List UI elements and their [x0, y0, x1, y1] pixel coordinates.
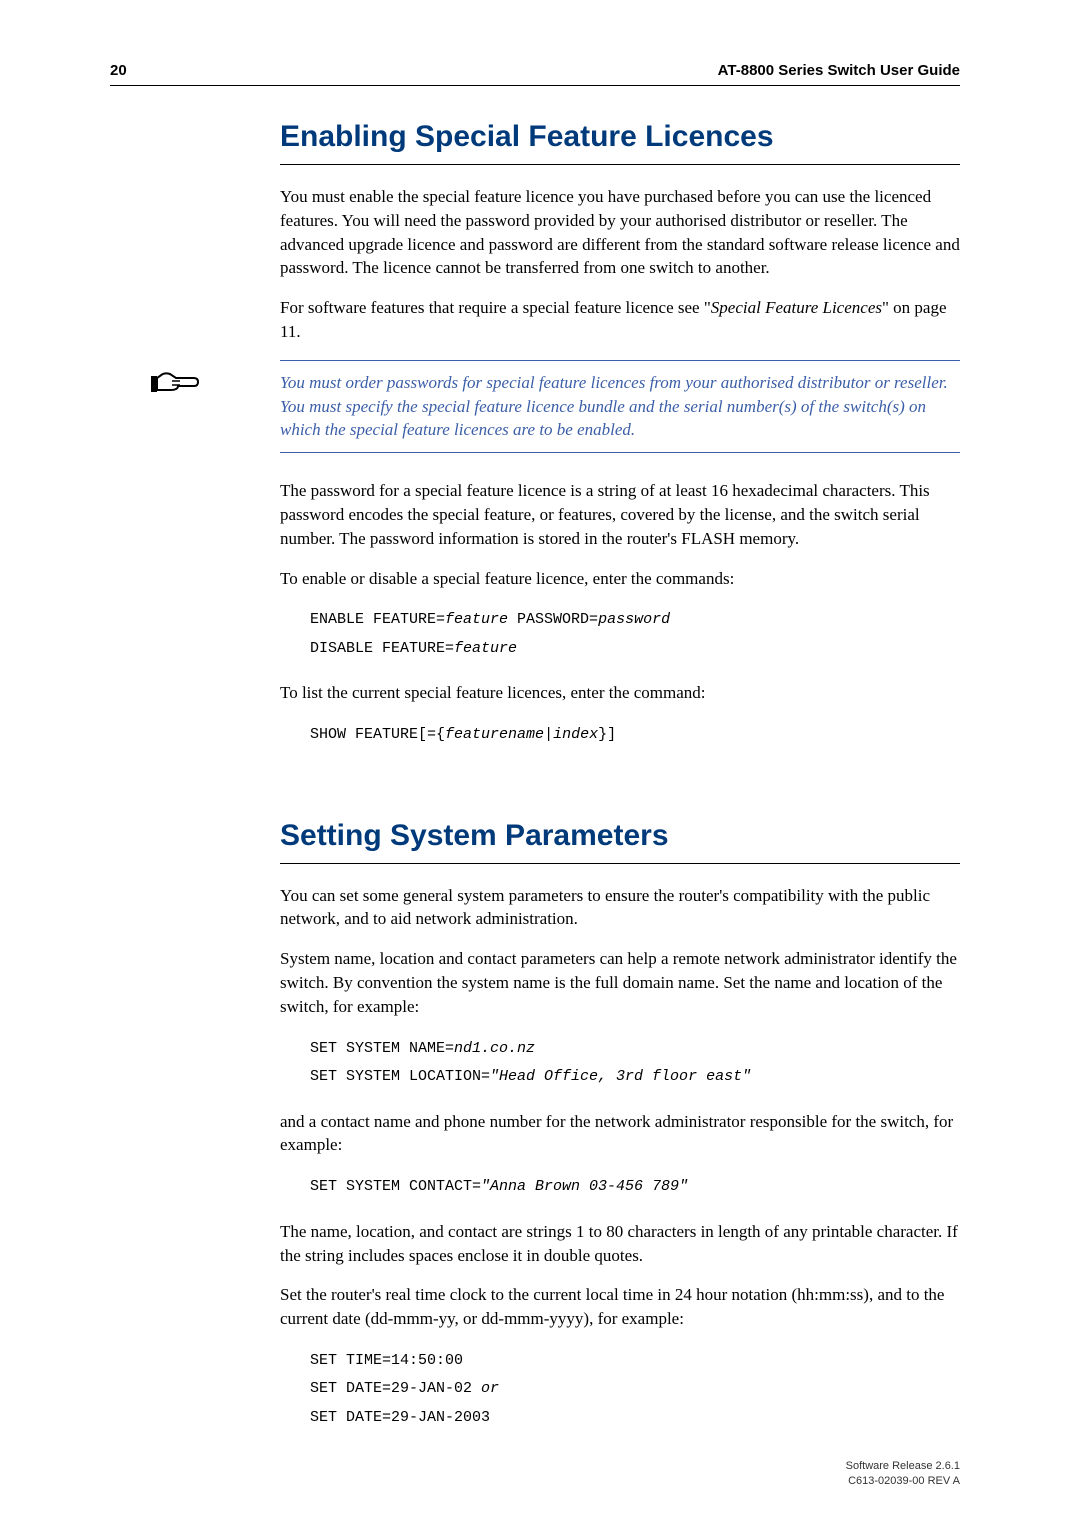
cmd-text: SET SYSTEM NAME= [310, 1040, 454, 1057]
page-header: 20 AT-8800 Series Switch User Guide [110, 60, 960, 86]
command-line: SET TIME=14:50:00 [310, 1347, 960, 1376]
command-line: SET DATE=29-JAN-2003 [310, 1404, 960, 1433]
page-footer: Software Release 2.6.1 C613-02039-00 REV… [846, 1459, 960, 1488]
paragraph: For software features that require a spe… [280, 296, 960, 344]
cmd-text: SET TIME=14:50:00 [310, 1352, 463, 1369]
document-title: AT-8800 Series Switch User Guide [718, 60, 960, 81]
cmd-italic: or [481, 1380, 499, 1397]
command-line: SHOW FEATURE[={featurename|index}] [310, 721, 960, 750]
reference-italic: Special Feature Licences [711, 298, 882, 317]
paragraph: Set the router's real time clock to the … [280, 1283, 960, 1331]
command-block: SET SYSTEM CONTACT="Anna Brown 03-456 78… [310, 1173, 960, 1202]
cmd-text: SET DATE=29-JAN-2003 [310, 1409, 490, 1426]
cmd-text: SHOW FEATURE[={ [310, 726, 445, 743]
command-line: SET SYSTEM LOCATION="Head Office, 3rd fl… [310, 1063, 960, 1092]
footer-release: Software Release 2.6.1 [846, 1459, 960, 1473]
command-block: SHOW FEATURE[={featurename|index}] [310, 721, 960, 750]
paragraph: The name, location, and contact are stri… [280, 1220, 960, 1268]
cmd-param: featurename [445, 726, 544, 743]
command-line: ENABLE FEATURE=feature PASSWORD=password [310, 606, 960, 635]
heading-enabling-licences: Enabling Special Feature Licences [280, 116, 960, 165]
paragraph: The password for a special feature licen… [280, 479, 960, 550]
paragraph: You can set some general system paramete… [280, 884, 960, 932]
footer-docid: C613-02039-00 REV A [846, 1474, 960, 1488]
command-line: SET SYSTEM NAME=nd1.co.nz [310, 1035, 960, 1064]
cmd-text: DISABLE FEATURE= [310, 640, 454, 657]
paragraph: To enable or disable a special feature l… [280, 567, 960, 591]
cmd-text: PASSWORD= [508, 611, 598, 628]
cmd-param: password [598, 611, 670, 628]
cmd-text: SET SYSTEM CONTACT= [310, 1178, 481, 1195]
page-number: 20 [110, 60, 127, 81]
paragraph: and a contact name and phone number for … [280, 1110, 960, 1158]
cmd-param: "Anna Brown 03-456 789" [481, 1178, 688, 1195]
cmd-param: "Head Office, 3rd floor east" [490, 1068, 751, 1085]
cmd-text: }] [598, 726, 616, 743]
cmd-text: | [544, 726, 553, 743]
paragraph: System name, location and contact parame… [280, 947, 960, 1018]
cmd-param: nd1.co.nz [454, 1040, 535, 1057]
note-border: You must order passwords for special fea… [280, 360, 960, 453]
command-line: SET SYSTEM CONTACT="Anna Brown 03-456 78… [310, 1173, 960, 1202]
page: 20 AT-8800 Series Switch User Guide Enab… [0, 0, 1080, 1490]
command-line: SET DATE=29-JAN-02 or [310, 1375, 960, 1404]
command-block: SET TIME=14:50:00 SET DATE=29-JAN-02 or … [310, 1347, 960, 1433]
cmd-param: feature [454, 640, 517, 657]
text: For software features that require a spe… [280, 298, 711, 317]
paragraph: You must enable the special feature lice… [280, 185, 960, 280]
cmd-text: ENABLE FEATURE= [310, 611, 445, 628]
content-area: Enabling Special Feature Licences You mu… [280, 116, 960, 1432]
cmd-param: index [553, 726, 598, 743]
cmd-text: SET DATE=29-JAN-02 [310, 1380, 481, 1397]
heading-system-parameters: Setting System Parameters [280, 815, 960, 864]
cmd-text: SET SYSTEM LOCATION= [310, 1068, 490, 1085]
command-block: ENABLE FEATURE=feature PASSWORD=password… [310, 606, 960, 663]
paragraph: To list the current special feature lice… [280, 681, 960, 705]
note-text: You must order passwords for special fea… [280, 371, 960, 442]
command-line: DISABLE FEATURE=feature [310, 635, 960, 664]
note-block: You must order passwords for special fea… [210, 360, 960, 453]
cmd-param: feature [445, 611, 508, 628]
command-block: SET SYSTEM NAME=nd1.co.nz SET SYSTEM LOC… [310, 1035, 960, 1092]
pointing-hand-icon [150, 364, 205, 404]
